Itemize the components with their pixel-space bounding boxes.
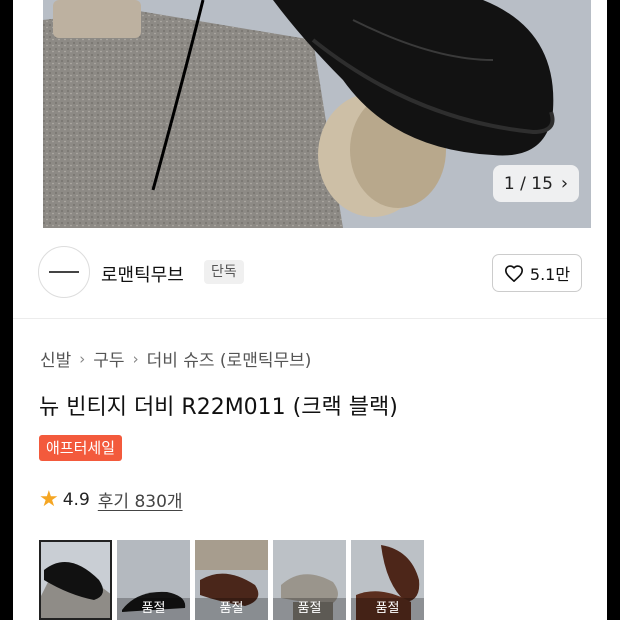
soldout-label: 품절: [273, 598, 346, 620]
like-count: 5.1만: [529, 265, 571, 284]
chevron-right-icon: ›: [560, 173, 569, 194]
brand-logo[interactable]: [38, 246, 90, 298]
variant-thumbnail[interactable]: [39, 540, 112, 620]
variant-thumbnails: 품절 품절 품절 품절: [39, 540, 424, 620]
product-title: 뉴 빈티지 더비 R22M011 (크랙 블랙): [39, 395, 398, 420]
variant-thumbnail[interactable]: 품절: [273, 540, 346, 620]
chevron-right-icon: ›: [132, 349, 139, 368]
soldout-label: 품절: [351, 598, 424, 620]
sale-badge: 애프터세일: [39, 435, 123, 461]
breadcrumb-item[interactable]: 신발: [40, 346, 71, 371]
variant-thumbnail[interactable]: 품절: [195, 540, 268, 620]
breadcrumb-item[interactable]: 구두: [93, 346, 124, 371]
brand-name[interactable]: 로맨틱무브: [101, 261, 184, 287]
product-page: 1 / 15 › 로맨틱무브 단독 5.1만 신발 › 구두 › 더비 슈즈 (…: [13, 0, 607, 620]
star-icon: ★: [39, 487, 59, 512]
chevron-right-icon: ›: [79, 349, 86, 368]
variant-thumbnail[interactable]: 품절: [351, 540, 424, 620]
hero-side-padding: [591, 0, 607, 228]
hero-side-padding: [13, 0, 43, 228]
review-link[interactable]: 후기 830개: [98, 487, 183, 512]
brand-row: 로맨틱무브 단독 5.1만: [13, 228, 607, 319]
image-counter[interactable]: 1 / 15 ›: [493, 165, 579, 202]
heart-outline-icon: [504, 265, 523, 282]
product-image-gallery[interactable]: 1 / 15 ›: [13, 0, 607, 228]
variant-thumbnail[interactable]: 품절: [117, 540, 190, 620]
soldout-label: 품절: [195, 598, 268, 620]
soldout-label: 품절: [117, 598, 190, 620]
rating-value: 4.9: [62, 489, 90, 510]
breadcrumb: 신발 › 구두 › 더비 슈즈 (로맨틱무브): [40, 346, 312, 372]
like-button[interactable]: 5.1만: [492, 254, 582, 292]
image-counter-text: 1 / 15: [503, 173, 553, 194]
rating-row: ★ 4.9 후기 830개: [39, 487, 183, 512]
thumbnail-image: [39, 540, 112, 620]
breadcrumb-item[interactable]: 더비 슈즈 (로맨틱무브): [147, 346, 312, 371]
exclusive-tag: 단독: [204, 260, 244, 284]
